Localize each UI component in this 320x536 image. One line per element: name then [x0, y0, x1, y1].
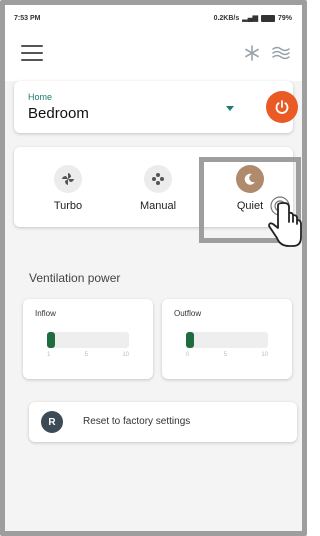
inflow-slider-fill	[47, 332, 55, 348]
inflow-tick: 1	[47, 352, 51, 358]
battery-level: 79%	[277, 14, 292, 22]
status-indicators: 0.2KB/s ▂▄▆ 79%	[214, 14, 292, 22]
inflow-tick: 5	[84, 352, 88, 358]
inflow-tick: 10	[122, 352, 129, 358]
outflow-tick: 0	[186, 352, 190, 358]
turbo-mode-button[interactable]: Turbo	[28, 147, 108, 227]
outflow-tick: 5	[223, 352, 227, 358]
power-button[interactable]	[266, 91, 298, 123]
ventilation-power-title: Ventilation power	[29, 271, 121, 285]
inflow-title: Inflow	[35, 309, 56, 318]
net-speed: 0.2KB/s	[213, 14, 240, 22]
signal-icon: ▂▄▆	[242, 15, 258, 22]
menu-icon[interactable]	[21, 45, 43, 63]
ventilation-icon[interactable]	[272, 45, 290, 61]
outflow-slider[interactable]	[186, 332, 268, 348]
location-card[interactable]: Home Bedroom	[14, 81, 298, 133]
battery-icon	[260, 14, 275, 22]
outflow-tick: 10	[261, 352, 268, 358]
outflow-card[interactable]: Outflow 0 5 10	[162, 299, 292, 379]
fan-icon	[54, 165, 82, 193]
inflow-scale: 1 5 10	[47, 352, 129, 358]
inflow-slider[interactable]	[47, 332, 129, 348]
manual-mode-button[interactable]: Manual	[118, 147, 198, 227]
phone-screen: 7:53 PM 0.2KB/s ▂▄▆ 79% Home Bedroom Tur…	[0, 0, 307, 536]
home-label: Home	[28, 92, 53, 102]
outflow-title: Outflow	[174, 309, 202, 318]
chevron-down-icon[interactable]	[226, 106, 234, 111]
snowflake-icon[interactable]	[244, 45, 260, 61]
app-bar	[5, 31, 302, 81]
reset-icon: R	[41, 411, 63, 433]
reset-label: Reset to factory settings	[83, 416, 191, 427]
outflow-slider-fill	[186, 332, 194, 348]
room-name: Bedroom	[28, 105, 89, 122]
power-icon	[275, 100, 289, 114]
status-bar: 7:53 PM 0.2KB/s ▂▄▆ 79%	[5, 5, 302, 31]
outflow-scale: 0 5 10	[186, 352, 268, 358]
reset-factory-settings-button[interactable]: R Reset to factory settings	[29, 402, 297, 442]
pointer-hand-icon	[268, 196, 302, 247]
mode-selector: Turbo Manual Quiet	[14, 147, 293, 227]
moon-icon	[236, 165, 264, 193]
dots-fan-icon	[144, 165, 172, 193]
turbo-label: Turbo	[53, 200, 83, 212]
status-time: 7:53 PM	[14, 15, 41, 22]
manual-label: Manual	[139, 200, 177, 212]
inflow-card[interactable]: Inflow 1 5 10	[23, 299, 153, 379]
